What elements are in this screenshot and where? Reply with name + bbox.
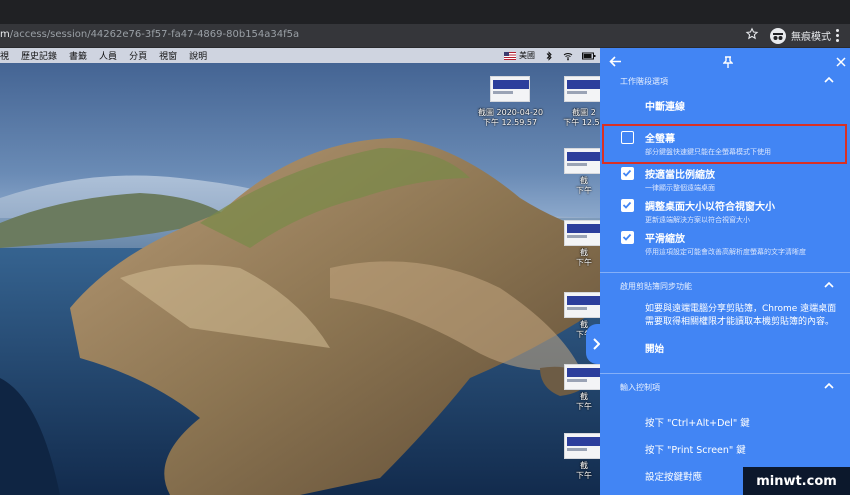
check-icon [622, 201, 632, 209]
file-name: 截圖 2020-04-20 [478, 108, 544, 117]
incognito-profile-button[interactable]: 無痕模式 [770, 26, 831, 45]
menu-item-tabs[interactable]: 分頁 [129, 49, 147, 62]
clipboard-note: 如要與遠端電腦分享剪貼簿，Chrome 遠端桌面需要取得相關權限才能讀取本機剪貼… [645, 304, 837, 327]
screenshot-thumbnail [564, 292, 604, 318]
option-scale-to-fit[interactable]: 按適當比例縮放 一律顯示整個遠端桌面 [600, 162, 850, 194]
close-icon[interactable] [836, 57, 846, 67]
chevron-up-icon[interactable] [824, 76, 834, 84]
browser-tab-strip [0, 0, 850, 24]
status-icons: 美國 [504, 48, 596, 63]
section-title: 輸入控制項 [620, 383, 660, 392]
start-label: 開始 [645, 344, 665, 355]
input-source-label[interactable]: 美國 [519, 50, 535, 61]
menu-item-help[interactable]: 說明 [189, 49, 207, 62]
option-title: 調整桌面大小以符合視窗大小 [645, 202, 775, 213]
bookmark-star-icon[interactable] [745, 27, 759, 41]
option-resize-desktop[interactable]: 調整桌面大小以符合視窗大小 更新遠端解決方案以符合視窗大小 [600, 194, 850, 226]
check-icon [622, 233, 632, 241]
divider [600, 272, 850, 273]
option-desc: 停用這項設定可能會改善高解析度螢幕的文字清晰度 [645, 248, 806, 256]
menu-item-view[interactable]: 視 [0, 49, 9, 62]
section-title: 工作階段選項 [620, 77, 668, 86]
screenshot-thumbnail [564, 364, 604, 390]
disconnect-label: 中斷連線 [645, 102, 685, 113]
menu-item-history[interactable]: 歷史記錄 [21, 49, 57, 62]
divider [600, 373, 850, 374]
chevron-up-icon[interactable] [824, 281, 834, 289]
wifi-icon[interactable] [563, 51, 573, 61]
panel-header [600, 48, 850, 74]
menu-item-people[interactable]: 人員 [99, 49, 117, 62]
bluetooth-icon[interactable] [544, 50, 554, 61]
section-clipboard[interactable]: 啟用剪貼簿同步功能 [600, 279, 850, 299]
browser-toolbar: m/access/session/44262e76-3f57-fa47-4869… [0, 24, 850, 48]
battery-icon[interactable] [582, 51, 596, 61]
menu-item-bookmarks[interactable]: 書籤 [69, 49, 87, 62]
ctrl-alt-del-button[interactable]: 按下 "Ctrl+Alt+Del" 鍵 [645, 415, 750, 429]
screen: m/access/session/44262e76-3f57-fa47-4869… [0, 0, 850, 495]
clipboard-start-button[interactable]: 開始 [600, 341, 850, 363]
browser-menu-icon[interactable] [834, 28, 840, 44]
option-desc: 更新遠端解決方案以符合視窗大小 [645, 216, 750, 224]
screenshot-thumbnail [490, 76, 530, 102]
option-title: 按適當比例縮放 [645, 170, 715, 181]
us-flag-icon[interactable] [504, 51, 516, 60]
back-arrow-icon[interactable] [609, 56, 622, 67]
chevron-up-icon[interactable] [824, 382, 834, 390]
option-smooth-scaling[interactable]: 平滑縮放 停用這項設定可能會改善高解析度螢幕的文字清晰度 [600, 226, 850, 258]
section-input-controls[interactable]: 輸入控制項 [600, 380, 850, 400]
screenshot-thumbnail [564, 433, 604, 459]
menu-item-window[interactable]: 視窗 [159, 49, 177, 62]
section-title: 啟用剪貼簿同步功能 [620, 282, 692, 291]
screenshot-thumbnail [564, 148, 604, 174]
watermark: minwt.com [743, 467, 850, 495]
option-desc: 一律顯示整個遠端桌面 [645, 184, 715, 192]
option-title: 平滑縮放 [645, 234, 685, 245]
file-time: 下午 12.59.57 [482, 118, 538, 127]
scale-checkbox[interactable] [621, 167, 634, 180]
incognito-icon [770, 27, 786, 44]
section-session-options[interactable]: 工作階段選項 [600, 74, 850, 94]
check-icon [622, 169, 632, 177]
pin-icon[interactable] [723, 56, 733, 68]
screenshot-thumbnail [564, 220, 604, 246]
screenshot-thumbnail [564, 76, 604, 102]
print-screen-button[interactable]: 按下 "Print Screen" 鍵 [645, 442, 746, 456]
address-bar[interactable]: m/access/session/44262e76-3f57-fa47-4869… [0, 29, 299, 40]
url-path: /access/session/44262e76-3f57-fa47-4869-… [9, 29, 300, 40]
resize-checkbox[interactable] [621, 199, 634, 212]
remote-desktop-side-panel: 工作階段選項 中斷連線 全螢幕 部分鍵盤快速鍵只能在全螢幕模式下使用 按適當比例… [600, 48, 850, 495]
key-mapping-button[interactable]: 設定按鍵對應 [645, 469, 702, 483]
url-host: m [0, 29, 10, 40]
smooth-checkbox[interactable] [621, 231, 634, 244]
fullscreen-highlight-box [602, 124, 847, 164]
mac-menu-bar: 視 歷史記錄 書籤 人員 分頁 視窗 說明 美國 [0, 48, 600, 63]
desktop-file-icon[interactable]: 截圖 2020-04-20 下午 12.59.57 [478, 76, 544, 128]
disconnect-button[interactable]: 中斷連線 [600, 98, 850, 122]
profile-label: 無痕模式 [791, 32, 831, 43]
